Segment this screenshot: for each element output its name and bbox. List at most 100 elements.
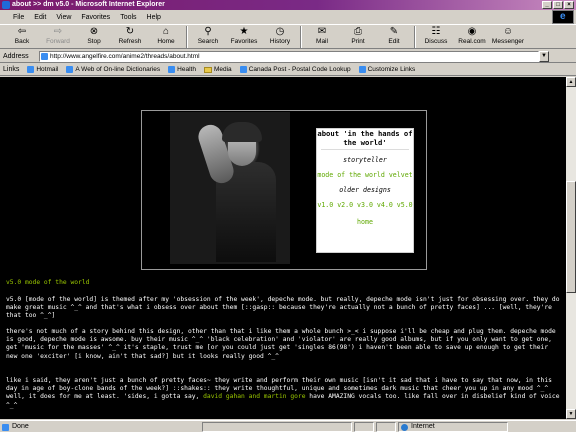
home-icon: ⌂ (162, 26, 170, 37)
ie-app-icon (2, 1, 10, 9)
history-button[interactable]: ◷ History (262, 25, 298, 46)
home-button[interactable]: ⌂ Home (148, 25, 184, 46)
site-nav-box: about 'in the hands of the world' storyt… (316, 128, 414, 253)
close-button[interactable]: × (564, 1, 574, 9)
page-icon (239, 66, 247, 73)
link-media[interactable]: Media (203, 66, 232, 73)
window-controls: _ □ × (542, 1, 574, 9)
stop-button[interactable]: ⊗ Stop (76, 25, 112, 46)
nav-link-older-designs[interactable]: older designs (317, 186, 413, 194)
mail-button[interactable]: ✉ Mail (304, 25, 340, 46)
window-title-bar: about >> dm v5.0 - Microsoft Internet Ex… (0, 0, 576, 10)
nav-link-storyteller[interactable]: storyteller (317, 156, 413, 164)
toolbar-label: Search (197, 38, 219, 45)
address-input[interactable]: http://www.angelfire.com/anime2/threads/… (39, 50, 539, 62)
address-dropdown-button[interactable]: ▼ (539, 50, 549, 62)
menu-edit[interactable]: Edit (29, 14, 51, 21)
toolbar-label: Discuss (424, 38, 448, 45)
link-health[interactable]: Health (168, 66, 196, 73)
page-icon (27, 66, 35, 73)
discuss-icon: ☷ (431, 26, 441, 37)
history-icon: ◷ (275, 26, 285, 37)
menu-file[interactable]: File (8, 14, 29, 21)
toolbar-label: History (269, 38, 291, 45)
scroll-down-arrow[interactable]: ▼ (566, 409, 576, 419)
mail-icon: ✉ (317, 26, 327, 37)
link-hotmail[interactable]: Hotmail (27, 66, 58, 73)
refresh-button[interactable]: ↻ Refresh (112, 25, 148, 46)
page-icon (168, 66, 176, 73)
messenger-button[interactable]: ☺ Messenger (490, 25, 526, 46)
article-heading: v5.0 mode of the world (6, 279, 90, 286)
search-icon: ⚲ (204, 26, 212, 37)
menu-bar: File Edit View Favorites Tools Help (0, 10, 576, 24)
toolbar-label: Favorites (230, 38, 258, 45)
page-icon (41, 52, 48, 60)
toolbar-label: Edit (388, 38, 400, 45)
link-a-web-of-on-line-dictionaries[interactable]: A Web of On-line Dictionaries (66, 66, 160, 73)
print-button[interactable]: ⎙ Print (340, 25, 376, 46)
real-com-button[interactable]: ◉ Real.com (454, 25, 490, 46)
band-members-highlight: david gahan and martin gore (203, 393, 306, 401)
edit-icon: ✎ (389, 26, 399, 37)
toolbar-separator (300, 26, 302, 48)
address-bar: Address http://www.angelfire.com/anime2/… (0, 50, 576, 63)
toolbar-label: Back (14, 38, 30, 45)
edit-button[interactable]: ✎ Edit (376, 25, 412, 46)
search-button[interactable]: ⚲ Search (190, 25, 226, 46)
menu-view[interactable]: View (51, 14, 76, 21)
stop-icon: ⊗ (89, 26, 99, 37)
toolbar-separator (414, 26, 416, 48)
menu-help[interactable]: Help (142, 14, 166, 21)
address-label: Address (3, 52, 29, 60)
article-paragraph-1: v5.0 [mode of the world] is themed after… (6, 296, 560, 320)
minimize-button[interactable]: _ (542, 1, 552, 9)
nav-divider (321, 149, 409, 150)
window-title: about >> dm v5.0 - Microsoft Internet Ex… (12, 1, 165, 8)
scroll-up-arrow[interactable]: ▲ (566, 77, 576, 87)
favorites-icon: ★ (239, 26, 249, 37)
discuss-button[interactable]: ☷ Discuss (418, 25, 454, 46)
page-icon (358, 66, 366, 73)
toolbar-label: Real.com (458, 38, 486, 45)
forward-arrow-icon: ⇨ (53, 26, 63, 37)
security-zone: Internet (398, 421, 508, 432)
maximize-button[interactable]: □ (553, 1, 563, 9)
page-icon (66, 66, 74, 73)
standard-toolbar: ⇦ Back ⇨ Forward ⊗ Stop ↻ Refresh ⌂ Home ⚲ Search ★ F… (0, 24, 576, 49)
back-button[interactable]: ⇦ Back (4, 25, 40, 46)
vertical-scrollbar[interactable]: ▲ ▼ (566, 77, 576, 419)
realcom-icon: ◉ (467, 26, 477, 37)
ie-throbber-logo (552, 10, 574, 24)
toolbar-separator (186, 26, 188, 48)
toolbar-label: Messenger (491, 38, 525, 45)
toolbar-label: Refresh (118, 38, 142, 45)
favorites-button[interactable]: ★ Favorites (226, 25, 262, 46)
header-frame: about 'in the hands of the world' storyt… (141, 110, 427, 270)
menu-favorites[interactable]: Favorites (76, 14, 115, 21)
scroll-thumb[interactable] (566, 181, 576, 293)
toolbar-label: Mail (316, 38, 328, 45)
links-bar: Links Hotmail A Web of On-line Dictionari… (0, 64, 576, 76)
address-url: http://www.angelfire.com/anime2/threads/… (50, 52, 200, 60)
nav-link-mode-of-the-world[interactable]: mode of the world velvet (317, 171, 413, 179)
refresh-icon: ↻ (125, 26, 135, 37)
back-arrow-icon: ⇦ (17, 26, 27, 37)
toolbar-label: Print (351, 38, 365, 45)
nav-link-home[interactable]: home (317, 218, 413, 226)
article-paragraph-3: like i said, they aren't just a bunch of… (6, 377, 560, 409)
forward-button: ⇨ Forward (40, 25, 76, 46)
band-member-photo (170, 112, 290, 264)
link-canada-post-postal-code-lookup[interactable]: Canada Post - Postal Code Lookup (239, 66, 351, 73)
nav-title: about 'in the hands of the world' (317, 129, 413, 147)
link-customize-links[interactable]: Customize Links (358, 66, 415, 73)
toolbar-label: Home (157, 38, 175, 45)
links-label: Links (3, 66, 20, 73)
menu-tools[interactable]: Tools (115, 14, 141, 21)
print-icon: ⎙ (354, 26, 362, 37)
toolbar-label: Stop (87, 38, 101, 45)
toolbar-label: Forward (46, 38, 70, 45)
article-paragraph-2: there's not much of a story behind this … (6, 328, 556, 360)
nav-link-versions[interactable]: v1.0 v2.0 v3.0 v4.0 v5.0 (317, 201, 413, 209)
messenger-icon: ☺ (502, 26, 514, 37)
